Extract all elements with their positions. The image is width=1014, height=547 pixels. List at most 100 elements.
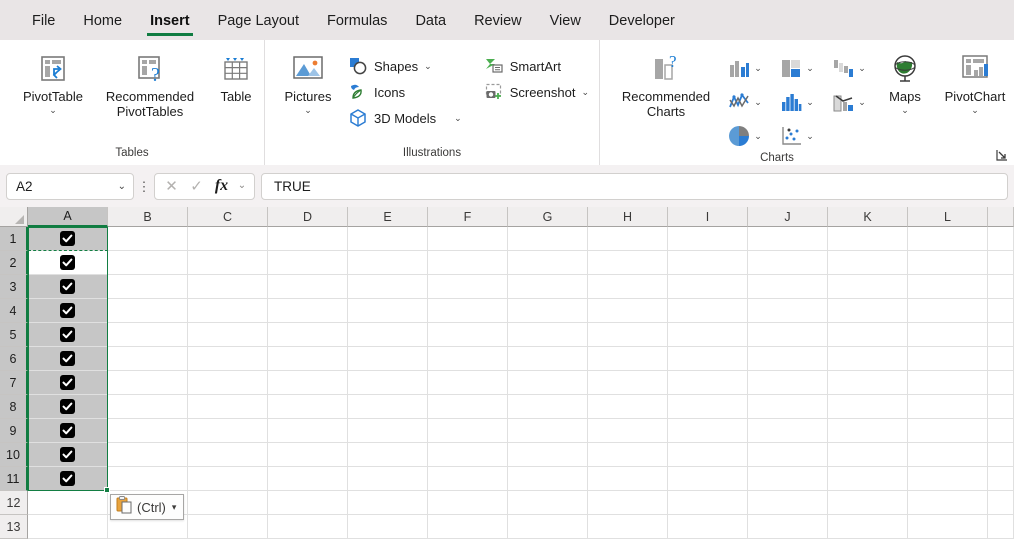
cell-l3[interactable] bbox=[908, 275, 988, 299]
cell-i3[interactable] bbox=[668, 275, 748, 299]
column-header-g[interactable]: G bbox=[508, 207, 588, 227]
screenshot-button[interactable]: Screenshot ⌄ bbox=[479, 79, 596, 105]
cell-a9[interactable] bbox=[28, 419, 108, 443]
cell-h5[interactable] bbox=[588, 323, 668, 347]
cell-d4[interactable] bbox=[268, 299, 348, 323]
column-header-b[interactable]: B bbox=[108, 207, 188, 227]
cell-h6[interactable] bbox=[588, 347, 668, 371]
tab-view[interactable]: View bbox=[536, 6, 595, 35]
cell-d3[interactable] bbox=[268, 275, 348, 299]
paste-options-button[interactable]: (Ctrl) ▾ bbox=[110, 494, 185, 520]
pivot-table-caret-icon[interactable]: ⌄ bbox=[49, 105, 57, 115]
cell-h8[interactable] bbox=[588, 395, 668, 419]
smartart-button[interactable]: SmartArt bbox=[479, 53, 596, 79]
cell-l6[interactable] bbox=[908, 347, 988, 371]
cell-i11[interactable] bbox=[668, 467, 748, 491]
cell-c1[interactable] bbox=[188, 227, 268, 251]
formula-bar-more-icon[interactable]: ⋮ bbox=[134, 180, 154, 193]
cell-c8[interactable] bbox=[188, 395, 268, 419]
3d-models-button[interactable]: 3D Models ⌄ bbox=[343, 105, 469, 131]
cell-row-6-overflow[interactable] bbox=[988, 347, 1014, 371]
cell-a5[interactable] bbox=[28, 323, 108, 347]
cell-b10[interactable] bbox=[108, 443, 188, 467]
cell-e9[interactable] bbox=[348, 419, 428, 443]
cell-b9[interactable] bbox=[108, 419, 188, 443]
cell-j11[interactable] bbox=[748, 467, 828, 491]
table-button[interactable]: Table bbox=[208, 45, 264, 105]
cell-f2[interactable] bbox=[428, 251, 508, 275]
checkbox-cell-control[interactable] bbox=[60, 279, 75, 294]
name-box-chevron-down-icon[interactable]: ⌄ bbox=[118, 181, 126, 192]
pictures-button[interactable]: Pictures ⌄ bbox=[277, 45, 339, 115]
cell-c12[interactable] bbox=[188, 491, 268, 515]
cell-d6[interactable] bbox=[268, 347, 348, 371]
3d-models-caret-icon[interactable]: ⌄ bbox=[454, 114, 462, 123]
cell-j3[interactable] bbox=[748, 275, 828, 299]
cell-c4[interactable] bbox=[188, 299, 268, 323]
cell-g12[interactable] bbox=[508, 491, 588, 515]
cell-b5[interactable] bbox=[108, 323, 188, 347]
cell-a13[interactable] bbox=[28, 515, 108, 539]
cell-i2[interactable] bbox=[668, 251, 748, 275]
cell-c6[interactable] bbox=[188, 347, 268, 371]
cell-a6[interactable] bbox=[28, 347, 108, 371]
hierarchy-chart-button[interactable]: ⌄ bbox=[770, 51, 822, 85]
cell-j4[interactable] bbox=[748, 299, 828, 323]
cell-d12[interactable] bbox=[268, 491, 348, 515]
cell-e4[interactable] bbox=[348, 299, 428, 323]
cell-e7[interactable] bbox=[348, 371, 428, 395]
cancel-formula-icon[interactable]: ✕ bbox=[159, 179, 184, 194]
cell-l11[interactable] bbox=[908, 467, 988, 491]
cell-h1[interactable] bbox=[588, 227, 668, 251]
cell-c3[interactable] bbox=[188, 275, 268, 299]
cell-d7[interactable] bbox=[268, 371, 348, 395]
cell-d9[interactable] bbox=[268, 419, 348, 443]
cell-d13[interactable] bbox=[268, 515, 348, 539]
cell-d8[interactable] bbox=[268, 395, 348, 419]
cell-f7[interactable] bbox=[428, 371, 508, 395]
cell-f9[interactable] bbox=[428, 419, 508, 443]
cell-l7[interactable] bbox=[908, 371, 988, 395]
cell-f12[interactable] bbox=[428, 491, 508, 515]
cell-h2[interactable] bbox=[588, 251, 668, 275]
tab-data[interactable]: Data bbox=[401, 6, 460, 35]
cell-j7[interactable] bbox=[748, 371, 828, 395]
cell-f11[interactable] bbox=[428, 467, 508, 491]
recommended-pivot-tables-button[interactable]: ? Recommended PivotTables bbox=[92, 45, 208, 119]
cell-row-10-overflow[interactable] bbox=[988, 443, 1014, 467]
cell-c13[interactable] bbox=[188, 515, 268, 539]
tab-review[interactable]: Review bbox=[460, 6, 536, 35]
column-header-f[interactable]: F bbox=[428, 207, 508, 227]
hierarchy-chart-caret-icon[interactable]: ⌄ bbox=[806, 64, 814, 73]
cell-a8[interactable] bbox=[28, 395, 108, 419]
cell-g9[interactable] bbox=[508, 419, 588, 443]
cell-l12[interactable] bbox=[908, 491, 988, 515]
maps-button[interactable]: Maps ⌄ bbox=[874, 45, 936, 115]
pie-chart-caret-icon[interactable]: ⌄ bbox=[754, 132, 762, 141]
cell-f1[interactable] bbox=[428, 227, 508, 251]
column-header-partial[interactable] bbox=[988, 207, 1014, 227]
cell-row-8-overflow[interactable] bbox=[988, 395, 1014, 419]
cell-h13[interactable] bbox=[588, 515, 668, 539]
column-header-e[interactable]: E bbox=[348, 207, 428, 227]
cell-j13[interactable] bbox=[748, 515, 828, 539]
cell-j6[interactable] bbox=[748, 347, 828, 371]
cell-a12[interactable] bbox=[28, 491, 108, 515]
cell-row-1-overflow[interactable] bbox=[988, 227, 1014, 251]
cell-h11[interactable] bbox=[588, 467, 668, 491]
histogram-chart-caret-icon[interactable]: ⌄ bbox=[806, 98, 814, 107]
column-header-l[interactable]: L bbox=[908, 207, 988, 227]
row-header-13[interactable]: 13 bbox=[0, 515, 28, 539]
cell-b4[interactable] bbox=[108, 299, 188, 323]
cell-row-4-overflow[interactable] bbox=[988, 299, 1014, 323]
row-header-8[interactable]: 8 bbox=[0, 395, 28, 419]
shapes-button[interactable]: Shapes ⌄ bbox=[343, 53, 469, 79]
cell-e8[interactable] bbox=[348, 395, 428, 419]
cell-a2[interactable] bbox=[28, 251, 108, 275]
scatter-chart-caret-icon[interactable]: ⌄ bbox=[806, 132, 814, 141]
tab-developer[interactable]: Developer bbox=[595, 6, 689, 35]
cell-k13[interactable] bbox=[828, 515, 908, 539]
scatter-chart-button[interactable]: ⌄ bbox=[770, 119, 822, 153]
line-chart-button[interactable]: ⌄ bbox=[718, 85, 770, 119]
column-header-a[interactable]: A bbox=[28, 207, 108, 227]
